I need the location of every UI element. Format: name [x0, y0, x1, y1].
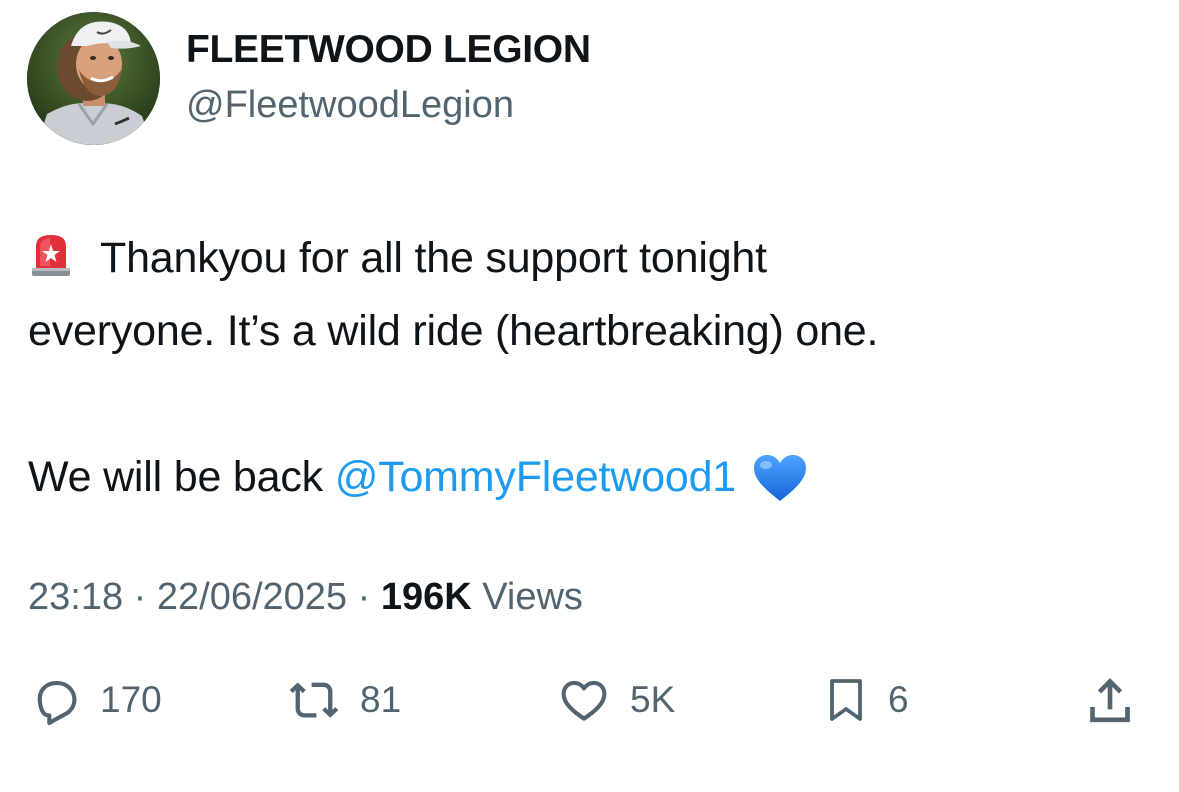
tweet-date[interactable]: 22/06/2025	[157, 576, 347, 618]
meta-separator: ·	[347, 576, 381, 618]
views-count: 196K	[380, 576, 472, 618]
bookmark-icon	[830, 679, 862, 721]
author-display-name[interactable]: FLEETWOOD LEGION	[186, 28, 591, 72]
bookmark-button[interactable]: 6	[822, 668, 909, 732]
meta-separator: ·	[123, 576, 157, 618]
tweet-card: FLEETWOOD LEGION @FleetwoodLegion Thanky…	[0, 0, 1179, 792]
reply-button[interactable]: 170	[30, 668, 162, 732]
heart-icon	[561, 680, 607, 721]
author-handle[interactable]: @FleetwoodLegion	[186, 84, 514, 127]
repost-count: 81	[360, 679, 402, 720]
tweet-actions-bar: 170 81 5K 6	[0, 668, 1179, 732]
avatar[interactable]	[27, 12, 160, 145]
tweet-text: Thankyou for all the support tonight eve…	[28, 222, 1148, 514]
like-count: 5K	[630, 679, 676, 720]
mention-link[interactable]: @TommyFleetwood1	[335, 453, 737, 501]
police-car-light-icon	[32, 235, 70, 276]
share-button[interactable]	[1082, 668, 1138, 732]
tweet-line-1: Thankyou for all the support tonight	[28, 222, 1148, 295]
avatar-image	[27, 12, 160, 145]
share-icon	[1090, 678, 1130, 723]
tweet-line-3: We will be back @TommyFleetwood1	[28, 441, 1148, 514]
reply-icon	[37, 681, 77, 726]
views-label: Views	[471, 576, 583, 618]
tweet-line-1-text: Thankyou for all the support tonight	[100, 234, 767, 282]
bookmark-count: 6	[888, 679, 909, 720]
reply-count: 170	[100, 679, 162, 720]
like-button[interactable]: 5K	[556, 668, 675, 732]
repost-icon	[289, 682, 339, 718]
tweet-line-3-text: We will be back	[28, 453, 335, 501]
blue-heart-icon	[754, 455, 806, 501]
repost-button[interactable]: 81	[286, 668, 401, 732]
tweet-meta: 23:18 · 22/06/2025 · 196K Views	[28, 576, 583, 619]
tweet-line-2: everyone. It’s a wild ride (heartbreakin…	[28, 307, 879, 355]
tweet-time[interactable]: 23:18	[28, 576, 123, 618]
